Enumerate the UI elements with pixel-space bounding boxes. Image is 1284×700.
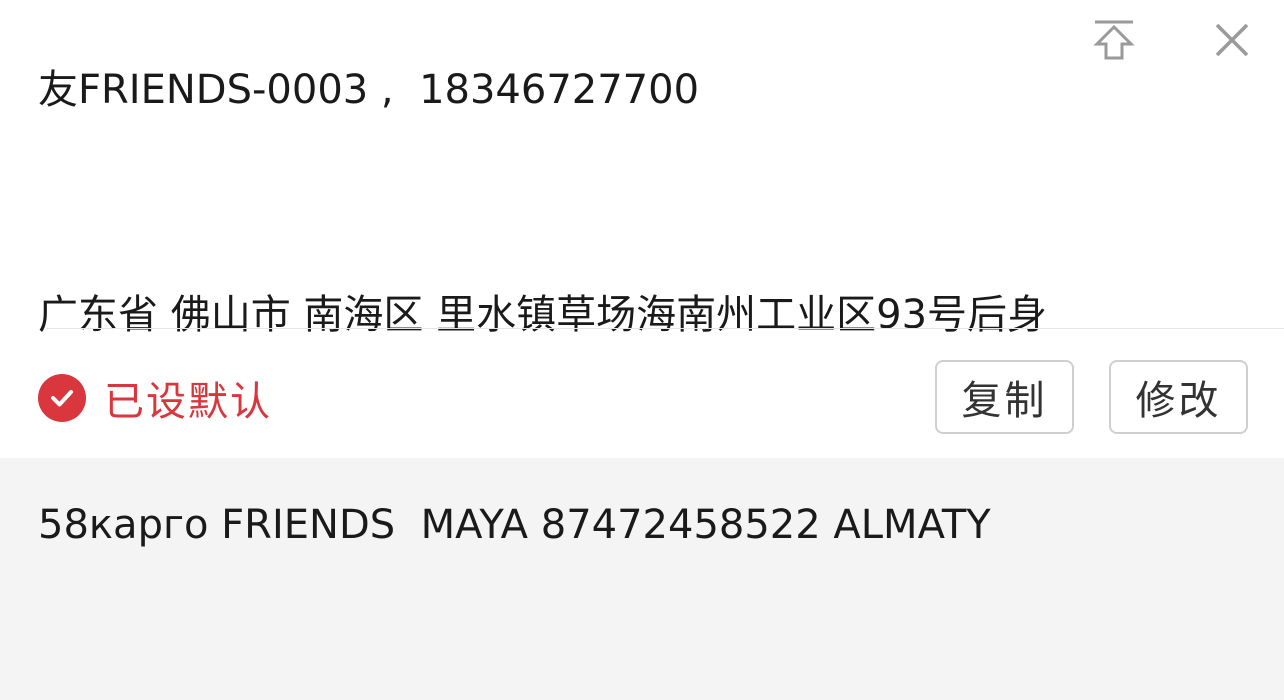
divider (46, 328, 1284, 329)
address-line-2: 58карго FRIENDS MAYA 87472458522 ALMATY (38, 502, 991, 548)
copy-button[interactable]: 复制 (935, 360, 1074, 434)
default-label: 已设默认 (104, 379, 272, 425)
address-line-1: 广东省 佛山市 南海区 里水镇草场海南州工业区93号后身 (38, 292, 1048, 338)
address-card: 友FRIENDS-0003 , 18346727700 广东省 佛山市 南海区 … (0, 0, 1284, 548)
close-icon[interactable] (1206, 14, 1258, 66)
default-address-toggle[interactable]: 已设默认 (38, 372, 272, 425)
edit-button[interactable]: 修改 (1109, 360, 1248, 434)
check-circle-icon (38, 374, 86, 422)
pin-to-top-icon[interactable] (1088, 14, 1140, 66)
contact-line: 友FRIENDS-0003 , 18346727700 (38, 67, 700, 113)
